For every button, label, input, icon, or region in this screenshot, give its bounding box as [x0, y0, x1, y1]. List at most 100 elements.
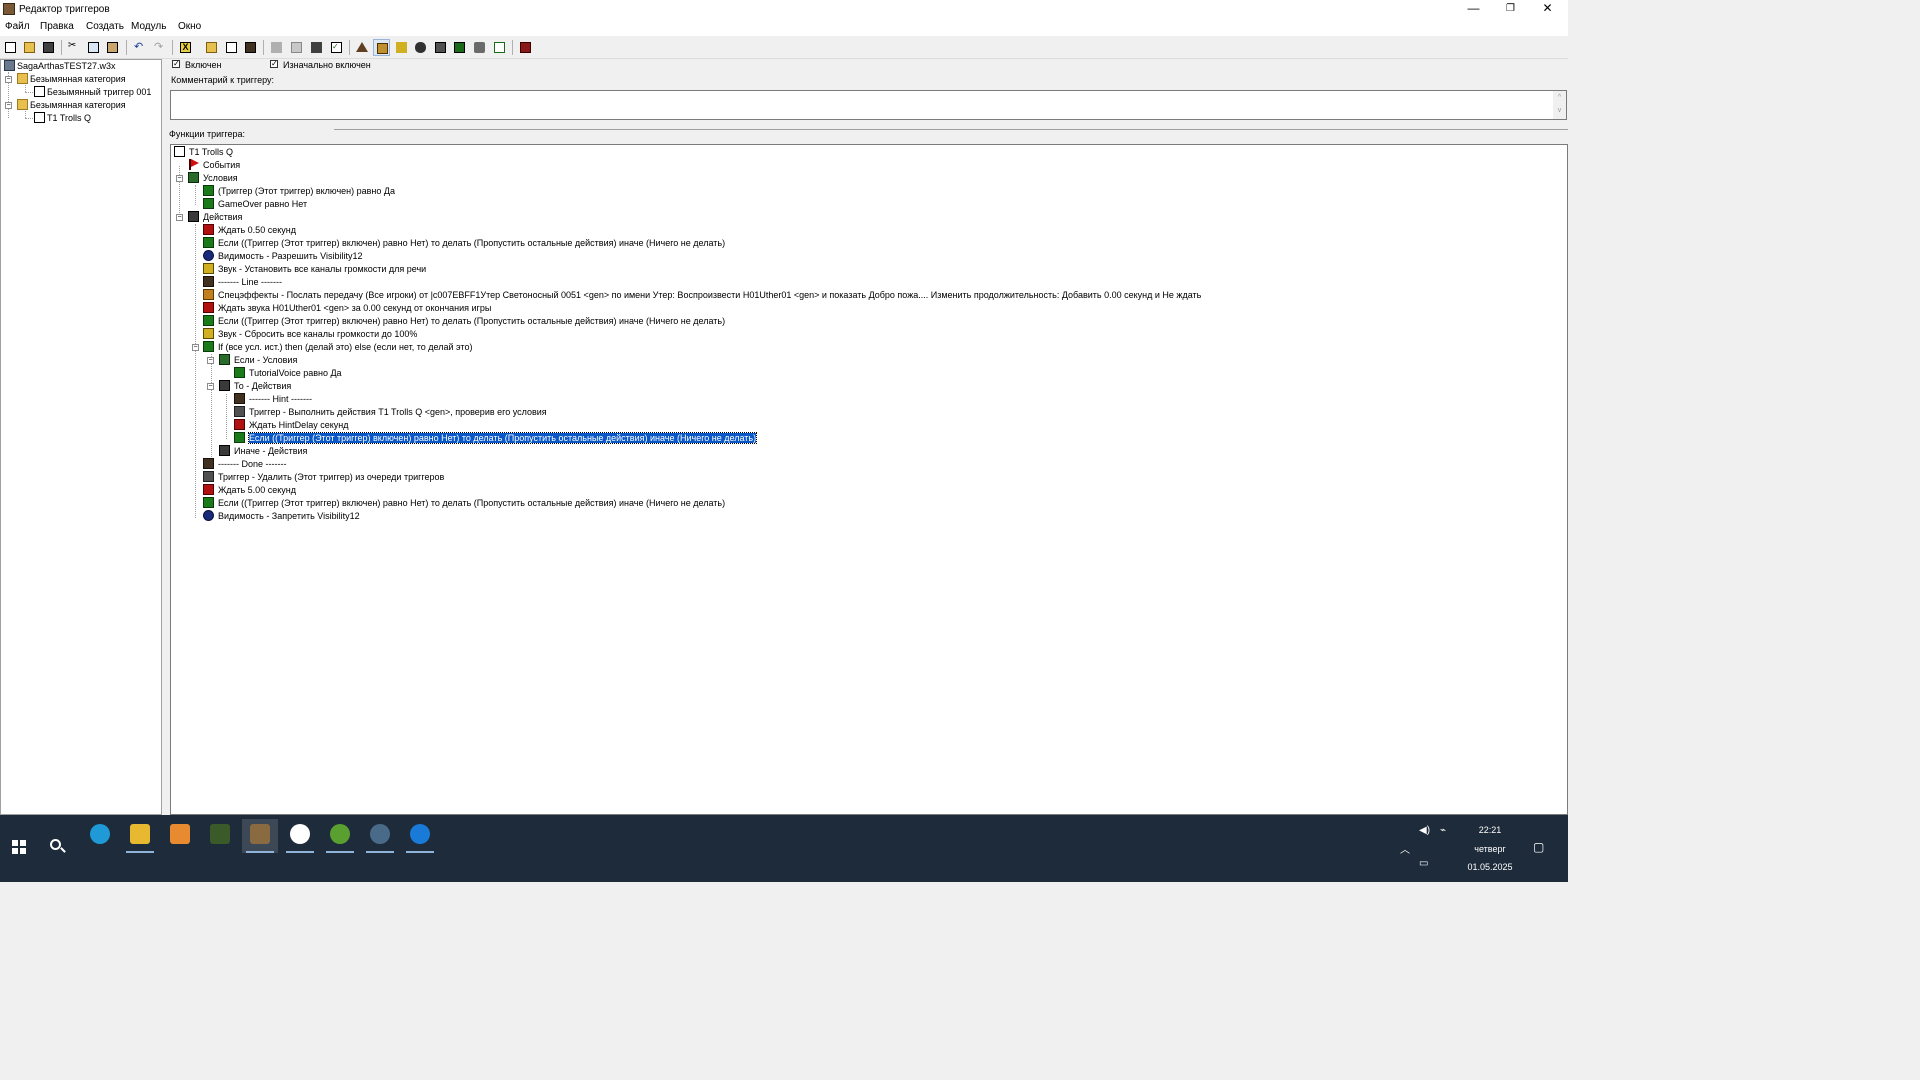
if-condition-item[interactable]: TutorialVoice равно Да — [234, 367, 342, 380]
start-button[interactable] — [12, 840, 26, 854]
action-item[interactable]: Триггер - Удалить (Этот триггер) из очер… — [203, 471, 444, 484]
clock-time[interactable]: 22:21 — [1462, 825, 1518, 835]
panel-splitter[interactable] — [163, 59, 168, 815]
action-item[interactable]: Если ((Триггер (Этот триггер) включен) р… — [203, 237, 725, 250]
function-root[interactable]: T1 Trolls Q — [174, 146, 233, 159]
minimize-button[interactable]: — — [1455, 0, 1492, 18]
taskbar-settings[interactable] — [362, 819, 398, 853]
comment-scrollbar[interactable]: ^ v — [1553, 91, 1566, 119]
copy-button[interactable] — [85, 39, 102, 56]
action-item[interactable]: Если ((Триггер (Этот триггер) включен) р… — [203, 315, 725, 328]
clock-date[interactable]: 01.05.2025 — [1462, 862, 1518, 872]
then-action-item[interactable]: ------- Hint ------- — [234, 393, 312, 406]
action-item[interactable]: Звук - Сбросить все каналы громкости до … — [203, 328, 417, 341]
undo-button[interactable]: ↶ — [131, 39, 148, 56]
tree-trigger-node-selected[interactable]: T1 Trolls Q — [34, 112, 91, 125]
new-comment-button[interactable] — [242, 39, 259, 56]
comment-textarea[interactable]: ^ v — [170, 90, 1567, 120]
map-icon — [4, 60, 15, 71]
if-conditions-node[interactable]: Если - Условия — [219, 354, 297, 367]
tree-category-node[interactable]: Безымянная категория — [17, 99, 126, 112]
restore-button[interactable]: ❐ — [1492, 0, 1529, 18]
test-map-button[interactable] — [517, 39, 534, 56]
new-action-button[interactable] — [308, 39, 325, 56]
actions-node[interactable]: Действия — [188, 211, 242, 224]
taskbar-edge[interactable] — [82, 819, 118, 853]
volume-icon[interactable]: ◀) — [1419, 825, 1430, 836]
action-item[interactable]: Видимость - Разрешить Visibility12 — [203, 250, 362, 263]
clock-day[interactable]: четверг — [1462, 844, 1518, 854]
action-item[interactable]: ------- Line ------- — [203, 276, 282, 289]
menu-window[interactable]: Окно — [178, 21, 201, 32]
action-item[interactable]: Видимость - Запретить Visibility12 — [203, 510, 360, 523]
open-map-button[interactable] — [21, 39, 38, 56]
paste-button[interactable] — [104, 39, 121, 56]
new-event-button[interactable] — [268, 39, 285, 56]
new-trigger-button[interactable] — [223, 39, 240, 56]
action-item[interactable]: Звук - Установить все каналы громкости д… — [203, 263, 426, 276]
events-node[interactable]: События — [188, 159, 240, 172]
expander-toggle[interactable]: − — [5, 102, 12, 109]
new-condition-button[interactable] — [288, 39, 305, 56]
taskbar-yandex[interactable] — [282, 819, 318, 853]
tray-overflow-chevron-icon[interactable]: ︿ — [1400, 841, 1410, 856]
action-item[interactable]: Спецэффекты - Послать передачу (Все игро… — [203, 289, 1201, 302]
new-map-button[interactable] — [2, 39, 19, 56]
delete-button[interactable]: X — [177, 39, 194, 56]
then-action-item-selected[interactable]: Если ((Триггер (Этот триггер) включен) р… — [234, 432, 758, 445]
expander-toggle[interactable]: − — [207, 383, 214, 390]
expander-toggle[interactable]: − — [207, 357, 214, 364]
close-button[interactable]: ✕ — [1529, 0, 1566, 18]
trigger-editor-button[interactable] — [373, 39, 390, 56]
taskbar-battlenet[interactable] — [402, 819, 438, 853]
tree-category-node[interactable]: Безымянная категория — [17, 73, 126, 86]
conditions-node[interactable]: Условия — [188, 172, 238, 185]
menu-create[interactable]: Создать — [86, 21, 124, 32]
taskbar-utorrent[interactable] — [322, 819, 358, 853]
display-icon[interactable]: ▭ — [1419, 858, 1428, 869]
redo-button[interactable]: ↷ — [151, 39, 168, 56]
condition-item[interactable]: (Триггер (Этот триггер) включен) равно Д… — [203, 185, 395, 198]
then-actions-node[interactable]: То - Действия — [219, 380, 291, 393]
expander-toggle[interactable]: − — [176, 214, 183, 221]
sound-editor-button[interactable] — [393, 39, 410, 56]
enabled-checkbox[interactable]: ✓ — [172, 60, 180, 68]
tree-trigger-node[interactable]: Безымянный триггер 001 — [34, 86, 151, 99]
initially-on-checkbox[interactable]: ✓ — [270, 60, 278, 68]
notifications-icon[interactable]: ▢ — [1533, 840, 1544, 854]
then-action-item[interactable]: Триггер - Выполнить действия T1 Trolls Q… — [234, 406, 547, 419]
expander-toggle[interactable]: − — [5, 76, 12, 83]
taskbar-media-player[interactable] — [162, 819, 198, 853]
variables-button[interactable]: ✓ — [328, 39, 345, 56]
network-icon[interactable]: ⌁ — [1440, 825, 1446, 836]
else-actions-node[interactable]: Иначе - Действия — [219, 445, 307, 458]
new-category-button[interactable] — [203, 39, 220, 56]
expander-toggle[interactable]: − — [176, 175, 183, 182]
tree-map-node[interactable]: SagaArthasTEST27.w3x — [4, 60, 116, 73]
object-manager-button[interactable] — [471, 39, 488, 56]
campaign-editor-button[interactable] — [432, 39, 449, 56]
menu-file[interactable]: Файл — [5, 21, 30, 32]
action-if-then-else[interactable]: If (все усл. ист.) then (делай это) else… — [203, 341, 472, 354]
expander-toggle[interactable]: − — [192, 344, 199, 351]
object-editor-button[interactable] — [412, 39, 429, 56]
window-title: Редактор триггеров — [19, 4, 110, 15]
action-item[interactable]: Ждать звука H01Uther01 <gen> за 0.00 сек… — [203, 302, 491, 315]
action-item[interactable]: Если ((Триггер (Этот триггер) включен) р… — [203, 497, 725, 510]
cut-button[interactable]: ✂ — [65, 39, 82, 56]
action-item[interactable]: ------- Done ------- — [203, 458, 286, 471]
save-map-button[interactable] — [40, 39, 57, 56]
action-item[interactable]: Ждать 0.50 секунд — [203, 224, 296, 237]
action-item[interactable]: Ждать 5.00 секунд — [203, 484, 296, 497]
taskbar-world-editor[interactable] — [242, 819, 278, 853]
terrain-editor-button[interactable] — [354, 39, 371, 56]
ai-editor-button[interactable] — [451, 39, 468, 56]
menu-module[interactable]: Модуль — [131, 21, 166, 32]
taskbar-warcraft[interactable] — [202, 819, 238, 853]
menu-edit[interactable]: Правка — [40, 21, 74, 32]
splitter-line[interactable] — [334, 129, 1568, 130]
taskbar-explorer[interactable] — [122, 819, 158, 853]
then-action-item[interactable]: Ждать HintDelay секунд — [234, 419, 348, 432]
condition-item[interactable]: GameOver равно Нет — [203, 198, 307, 211]
import-manager-button[interactable] — [491, 39, 508, 56]
